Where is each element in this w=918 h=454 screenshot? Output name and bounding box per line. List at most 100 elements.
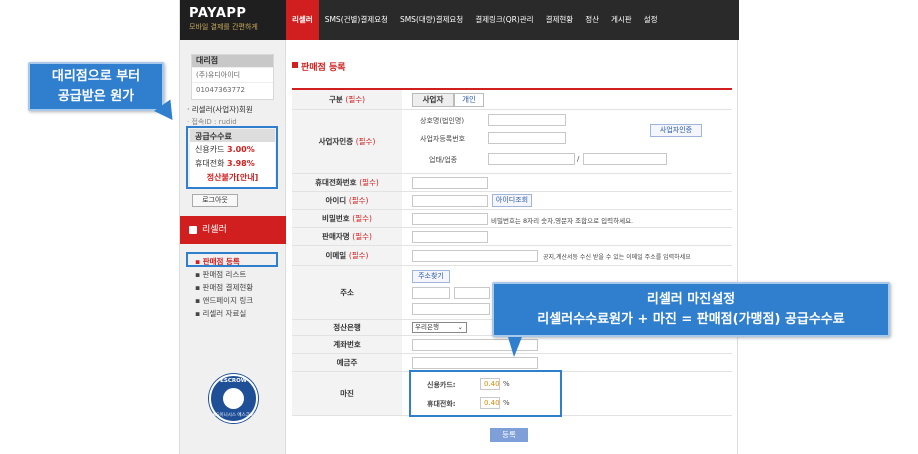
bank-select[interactable]: 우리은행 ⌄ bbox=[412, 322, 467, 333]
menu-seller-payments[interactable]: ▪ 판매점 결제현황 bbox=[195, 282, 253, 293]
label-account: 계좌번호 bbox=[292, 336, 402, 353]
business-name-input[interactable] bbox=[488, 114, 566, 126]
logo-tagline: 모바일 결제를 간편하게 bbox=[189, 23, 258, 31]
label-text: 휴대전화번호 bbox=[315, 178, 357, 187]
row-business-verify: 사업자인증 (필수) 상호명(법인명) 사업자등록번호 업태/업종 / 사업자인… bbox=[292, 110, 732, 174]
callout-left-line1: 대리점으로 부터 bbox=[51, 69, 141, 84]
reseller-section-title: 리셀러 bbox=[180, 216, 286, 244]
tab-individual[interactable]: 개인 bbox=[454, 93, 484, 107]
label-text: 판매자명 bbox=[322, 232, 350, 241]
highlight-supply-fee bbox=[186, 126, 278, 189]
page-title: 판매점 등록 bbox=[292, 60, 346, 73]
callout-right-line2: 리셀러수수료원가 + 마진 = 판매점(가맹점) 공급수수료 bbox=[537, 312, 845, 327]
address-detail-input[interactable] bbox=[412, 303, 490, 315]
label-depositor: 예금주 bbox=[292, 354, 402, 371]
agency-header: 대리점 bbox=[192, 55, 273, 67]
row-phone: 휴대전화번호 (필수) bbox=[292, 174, 732, 192]
callout-margin-setting: 리셀러 마진설정 리셀러수수료원가 + 마진 = 판매점(가맹점) 공급수수료 bbox=[492, 282, 890, 337]
highlight-margin bbox=[409, 370, 562, 417]
required-tag: (필수) bbox=[348, 196, 369, 205]
reseller-member-label: 리셀러(사업자)회원 bbox=[191, 105, 253, 114]
business-type-slash: / bbox=[577, 155, 580, 163]
business-number-input[interactable] bbox=[488, 132, 566, 144]
label-phone: 휴대전화번호 (필수) bbox=[292, 174, 402, 191]
agency-phone: 01047363772 bbox=[192, 82, 273, 97]
row-password: 비밀번호 (필수) 비밀번호는 8자리 숫자,영문자 조합으로 입력하세요. bbox=[292, 210, 732, 228]
callout-left-line2: 공급받은 원가 bbox=[57, 89, 135, 104]
label-business: 사업자인증 (필수) bbox=[292, 110, 402, 173]
business-type-label: 업태/업종 bbox=[429, 156, 458, 164]
nav-settings[interactable]: 설정 bbox=[638, 0, 664, 40]
nav-sms-bulk[interactable]: SMS(대량)결제요청 bbox=[394, 0, 469, 40]
required-tag: (필수) bbox=[355, 137, 376, 146]
label-text: 구분 bbox=[328, 95, 343, 104]
address-search-button[interactable]: 주소찾기 bbox=[412, 270, 450, 283]
callout-supply-cost: 대리점으로 부터 공급받은 원가 bbox=[28, 62, 164, 111]
label-text: 이메일 bbox=[325, 251, 347, 260]
logo[interactable]: PAYAPP 모바일 결제를 간편하게 bbox=[180, 0, 286, 40]
password-input[interactable] bbox=[412, 213, 488, 225]
zipcode-input[interactable] bbox=[412, 287, 450, 299]
menu-endpage-link[interactable]: ▪ 앤드페이지 링크 bbox=[195, 295, 253, 306]
required-tag: (필수) bbox=[348, 251, 369, 260]
escrow-bottom-text: KG이니시스 에스크로 bbox=[213, 413, 254, 418]
menu-reseller-archive[interactable]: ▪ 리셀러 자료실 bbox=[195, 308, 246, 319]
nav-board[interactable]: 게시판 bbox=[605, 0, 638, 40]
nav-reseller[interactable]: 리셀러 bbox=[286, 0, 319, 40]
business-number-label: 사업자등록번호 bbox=[420, 135, 466, 143]
agency-card: 대리점 (주)유디아이디 01047363772 bbox=[191, 54, 274, 100]
row-email: 이메일 (필수) 공지,계산서등 수신 받을 수 있는 이메일 주소를 입력하세… bbox=[292, 246, 732, 266]
row-seller-name: 판매자명 (필수) bbox=[292, 228, 732, 246]
menu-label: 판매점 결제현황 bbox=[202, 283, 254, 292]
business-verify-button[interactable]: 사업자인증 bbox=[650, 124, 702, 137]
business-item-input[interactable] bbox=[583, 153, 667, 165]
id-check-button[interactable]: 아이디조회 bbox=[492, 194, 532, 207]
phone-input[interactable] bbox=[412, 177, 488, 189]
reseller-member-link[interactable]: · 리셀러(사업자)회원 bbox=[187, 104, 253, 115]
login-id-label: 접속ID : rudid bbox=[191, 118, 237, 126]
nav-sms-single[interactable]: SMS(건별)결제요청 bbox=[319, 0, 394, 40]
escrow-badge: ESCROW KG이니시스 에스크로 bbox=[209, 374, 258, 423]
password-hint: 비밀번호는 8자리 숫자,영문자 조합으로 입력하세요. bbox=[491, 217, 634, 225]
label-text: 아이디 bbox=[325, 196, 347, 205]
label-id: 아이디 (필수) bbox=[292, 192, 402, 209]
menu-seller-list[interactable]: ▪ 판매점 리스트 bbox=[195, 269, 246, 280]
required-tag: (필수) bbox=[352, 232, 372, 241]
business-type-input[interactable] bbox=[488, 153, 575, 165]
required-tag: (필수) bbox=[359, 178, 379, 187]
tab-business[interactable]: 사업자 bbox=[412, 93, 454, 107]
label-text: 비밀번호 bbox=[322, 214, 350, 223]
agency-name: (주)유디아이디 bbox=[192, 67, 273, 82]
id-input[interactable] bbox=[412, 195, 488, 207]
label-text: 사업자인증 bbox=[318, 137, 354, 146]
zipcode-input-2[interactable] bbox=[454, 287, 490, 299]
depositor-input[interactable] bbox=[412, 357, 538, 369]
email-hint: 공지,계산서등 수신 받을 수 있는 이메일 주소를 입력하세요 bbox=[543, 254, 691, 261]
nav-payment-link[interactable]: 결제링크(QR)관리 bbox=[469, 0, 539, 40]
nav-settlement[interactable]: 정산 bbox=[579, 0, 605, 40]
email-input[interactable] bbox=[412, 250, 538, 262]
required-tag: (필수) bbox=[352, 214, 372, 223]
highlight-seller-register bbox=[186, 252, 278, 267]
row-category: 구분 (필수) 사업자 개인 bbox=[292, 90, 732, 110]
label-margin: 마진 bbox=[292, 372, 402, 415]
seller-name-input[interactable] bbox=[412, 231, 488, 243]
label-password: 비밀번호 (필수) bbox=[292, 210, 402, 227]
logout-button[interactable]: 로그아웃 bbox=[192, 194, 238, 207]
label-category: 구분 (필수) bbox=[292, 90, 402, 109]
label-seller-name: 판매자명 (필수) bbox=[292, 228, 402, 245]
business-name-label: 상호명(법인명) bbox=[420, 117, 465, 125]
nav-payment-status[interactable]: 결제현황 bbox=[540, 0, 580, 40]
reseller-title-text: 리셀러 bbox=[202, 225, 227, 235]
escrow-top-text: ESCROW bbox=[220, 378, 247, 384]
required-tag: (필수) bbox=[345, 95, 366, 104]
top-navigation: 리셀러 SMS(건별)결제요청 SMS(대량)결제요청 결제링크(QR)관리 결… bbox=[286, 0, 739, 40]
chevron-down-icon: ⌄ bbox=[457, 323, 463, 331]
menu-label: 판매점 리스트 bbox=[202, 270, 247, 279]
callout-right-line1: 리셀러 마진설정 bbox=[646, 292, 736, 307]
submit-button[interactable]: 등록 bbox=[490, 428, 528, 442]
row-id: 아이디 (필수) 아이디조회 bbox=[292, 192, 732, 210]
label-bank: 정산은행 bbox=[292, 320, 402, 335]
escrow-logo-icon bbox=[223, 388, 244, 409]
menu-label: 리셀러 자료실 bbox=[202, 309, 247, 318]
